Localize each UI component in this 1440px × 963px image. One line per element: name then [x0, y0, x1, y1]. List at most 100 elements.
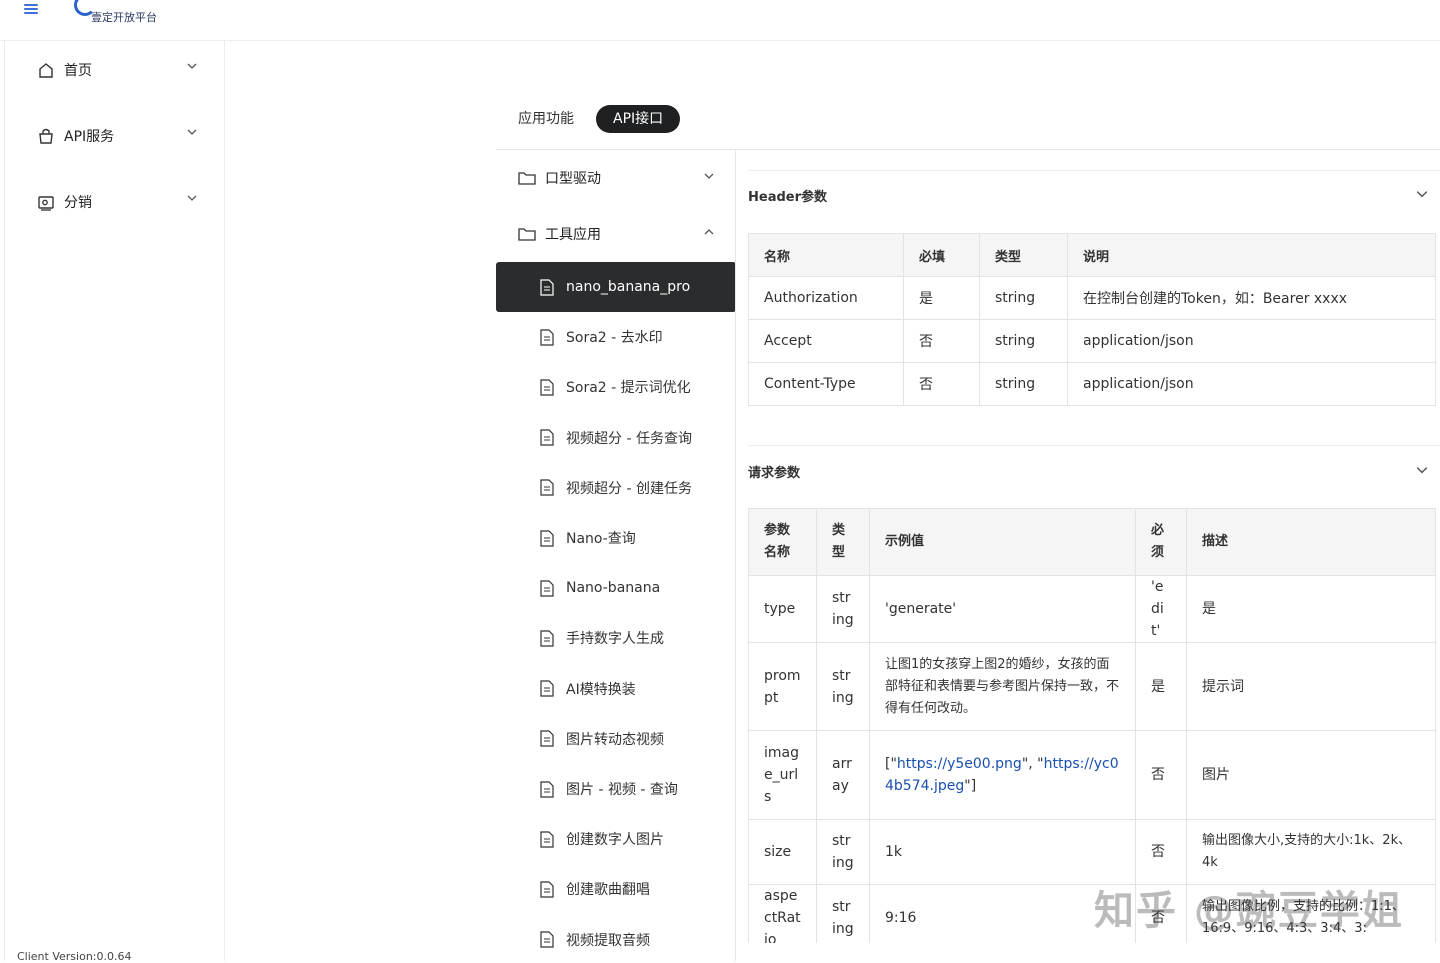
- logo-text: 壹定开放平台: [91, 11, 157, 24]
- table-cell: 否: [1135, 819, 1187, 885]
- sidebar-item-api[interactable]: API服务: [37, 124, 197, 148]
- table-cell: 'generate': [869, 575, 1136, 643]
- tree-leaf[interactable]: 创建数字人图片: [496, 814, 735, 864]
- document-icon: [540, 931, 554, 948]
- tree-folder-tools[interactable]: 工具应用: [496, 214, 735, 254]
- tree-folder-label: 工具应用: [545, 227, 601, 243]
- table-cell: 让图1的女孩穿上图2的婚纱，女孩的面部特征和表情要与参考图片保持一致，不得有任何…: [869, 642, 1136, 731]
- top-bar: 壹定开放平台: [0, 0, 1440, 41]
- table-cell: aspectRatio: [748, 884, 817, 943]
- table-cell: Accept: [748, 319, 904, 363]
- array-bracket-close: "]: [964, 778, 977, 794]
- column-header: 必填: [903, 233, 980, 277]
- tree-leaf[interactable]: 视频超分 - 创建任务: [496, 463, 735, 513]
- table-row: Content-Type 否 string application/json: [748, 362, 1436, 406]
- tree-leaf[interactable]: Sora2 - 去水印: [496, 312, 735, 362]
- divider: [748, 445, 1440, 446]
- table-cell: image_urls: [748, 730, 817, 820]
- document-icon: [540, 831, 554, 848]
- table-row: Accept 否 string application/json: [748, 319, 1436, 363]
- tree-leaf[interactable]: Nano-banana: [496, 563, 735, 613]
- tree-folder-lip-sync[interactable]: 口型驱动: [496, 158, 735, 198]
- chevron-up-icon: [704, 229, 714, 235]
- column-header: 示例值: [869, 508, 1136, 576]
- table-cell: array: [816, 730, 870, 820]
- chevron-down-icon: [187, 129, 197, 135]
- tree-leaf[interactable]: 图片转动态视频: [496, 714, 735, 764]
- document-icon: [540, 529, 554, 547]
- table-cell: string: [816, 575, 870, 643]
- sidebar-item-home[interactable]: 首页: [37, 58, 197, 82]
- table-cell: 提示词: [1186, 642, 1436, 731]
- request-params-title: 请求参数: [748, 466, 801, 481]
- table-cell: string: [979, 276, 1068, 320]
- wallet-icon: [38, 196, 54, 211]
- document-icon: [540, 780, 554, 798]
- tree-leaf-label: 创建歌曲翻唱: [566, 882, 650, 899]
- table-cell: 否: [1135, 730, 1187, 820]
- document-icon: [540, 580, 554, 597]
- table-cell: 图片: [1186, 730, 1436, 820]
- chevron-down-icon: [187, 195, 197, 201]
- table-cell: 是: [1135, 642, 1187, 731]
- tree-leaf[interactable]: 视频超分 - 任务查询: [496, 413, 735, 463]
- bag-icon: [39, 128, 53, 144]
- document-icon: [540, 881, 554, 898]
- table-cell: 是: [1186, 575, 1436, 643]
- table-cell: prompt: [748, 642, 817, 731]
- tree-leaf-label: 手持数字人生成: [566, 631, 664, 648]
- column-header: 参数名称: [748, 508, 817, 576]
- table-row: image_urls array ["https://y5e00.png", "…: [748, 730, 1436, 820]
- document-icon: [540, 730, 554, 747]
- tree-leaf-label: Nano-查询: [566, 531, 636, 547]
- table-cell: ["https://y5e00.png", "https://yc04b574.…: [869, 730, 1136, 820]
- column-header: 名称: [748, 233, 904, 277]
- chevron-down-icon[interactable]: [1416, 188, 1428, 200]
- document-icon: [540, 479, 554, 496]
- tree-leaf[interactable]: Nano-查询: [496, 513, 735, 563]
- table-cell: Authorization: [748, 276, 904, 320]
- table-cell: 是: [903, 276, 980, 320]
- tree-leaf[interactable]: 手持数字人生成: [496, 613, 735, 663]
- logo[interactable]: 壹定开放平台: [74, 0, 164, 24]
- tree-leaf[interactable]: Sora2 - 提示词优化: [496, 362, 735, 412]
- table-cell: 否: [903, 362, 980, 406]
- table-cell: string: [979, 362, 1068, 406]
- tab-app-features[interactable]: 应用功能: [508, 105, 584, 133]
- menu-toggle-icon[interactable]: [24, 4, 38, 16]
- chevron-down-icon: [704, 173, 714, 179]
- tree-leaf-label: 视频超分 - 任务查询: [566, 430, 692, 447]
- example-url-link[interactable]: https://y5e00.png: [897, 756, 1022, 772]
- table-header-row: 参数名称 类型 示例值 必须 描述: [748, 508, 1436, 576]
- header-params-table: 名称 必填 类型 说明 Authorization 是 string 在控制台创…: [748, 233, 1436, 406]
- array-bracket-open: [": [885, 756, 897, 772]
- chevron-down-icon[interactable]: [1416, 464, 1428, 476]
- tree-leaf-label: 创建数字人图片: [566, 832, 664, 849]
- tab-api[interactable]: API接口: [596, 105, 681, 133]
- sidebar-item-label: 首页: [64, 63, 92, 79]
- table-cell: 在控制台创建的Token，如：Bearer xxxx: [1067, 276, 1436, 320]
- api-tree: 口型驱动 工具应用 nano_banana_pro Sora2 - 去水印 Sora…: [496, 150, 736, 961]
- table-cell: type: [748, 575, 817, 643]
- watermark: 知乎 @豌豆学姐: [1094, 888, 1404, 934]
- tree-leaf[interactable]: 视频提取音频: [496, 915, 735, 961]
- tree-leaf[interactable]: 图片 - 视频 - 查询: [496, 764, 735, 814]
- table-cell: application/json: [1067, 319, 1436, 363]
- sidebar-item-distribution[interactable]: 分销: [37, 190, 197, 214]
- table-cell: 1k: [869, 819, 1136, 885]
- array-separator: ", ": [1021, 756, 1044, 772]
- table-cell: 输出图像大小,支持的大小:1k、2k、4k: [1186, 819, 1436, 885]
- document-icon: [540, 429, 554, 446]
- table-row: size string 1k 否 输出图像大小,支持的大小:1k、2k、4k: [748, 819, 1436, 885]
- header-params-title: Header参数: [748, 190, 828, 205]
- tree-leaf[interactable]: 创建歌曲翻唱: [496, 864, 735, 914]
- tree-leaf[interactable]: AI模特换装: [496, 664, 735, 714]
- table-cell: string: [979, 319, 1068, 363]
- tree-leaf-label: 视频超分 - 创建任务: [566, 480, 692, 497]
- api-doc-panel: Header参数 名称 必填 类型 说明 Authorization 是 str…: [736, 150, 1440, 943]
- tree-leaf[interactable]: nano_banana_pro: [496, 262, 735, 312]
- home-icon: [39, 63, 53, 78]
- column-header: 类型: [979, 233, 1068, 277]
- tree-leaf-label: nano_banana_pro: [566, 279, 691, 295]
- folder-icon: [518, 172, 536, 185]
